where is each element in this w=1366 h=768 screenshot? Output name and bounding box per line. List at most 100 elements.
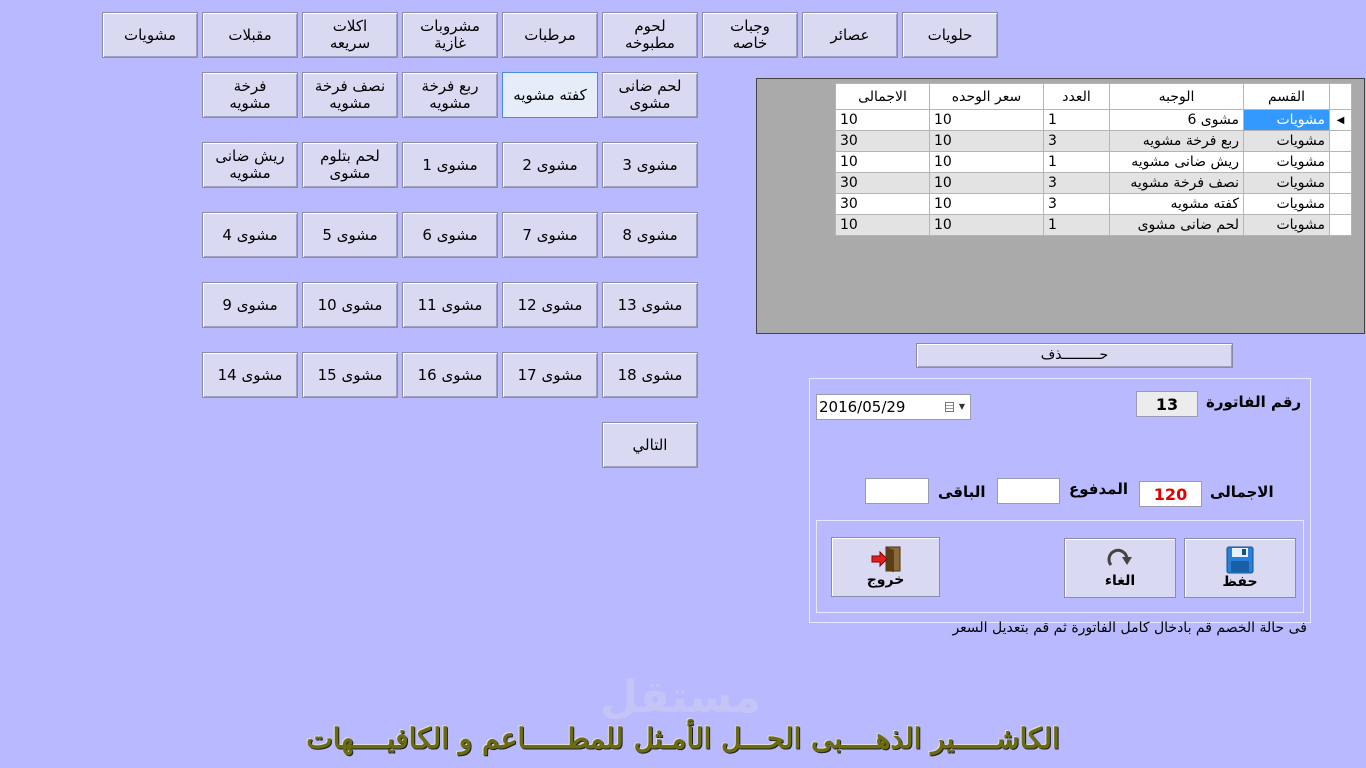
cell-unit-price[interactable]: 10 — [929, 214, 1044, 236]
item-button[interactable]: مشوى 12 — [502, 282, 598, 328]
item-button[interactable]: مشوى 6 — [402, 212, 498, 258]
column-header-qty[interactable]: العدد — [1043, 83, 1110, 110]
invoice-number-label: رقم الفاتورة — [1206, 393, 1302, 411]
cell-unit-price[interactable]: 10 — [929, 109, 1044, 131]
cell-total[interactable]: 10 — [835, 214, 930, 236]
cell-category[interactable]: مشويات — [1243, 130, 1330, 152]
cell-meal[interactable]: لحم ضانى مشوى — [1109, 214, 1244, 236]
item-button[interactable]: مشوى 1 — [402, 142, 498, 188]
table-row[interactable]: ◀ مشويات مشوى 6 1 10 10 — [835, 109, 1352, 131]
watermark: مستقل — [600, 672, 761, 723]
column-header-unit-price[interactable]: سعر الوحده — [929, 83, 1044, 110]
table-row[interactable]: مشويات ربع فرخة مشويه 3 10 30 — [835, 130, 1352, 152]
item-button[interactable]: لحم بتلوم مشوى — [302, 142, 398, 188]
item-button[interactable]: مشوى 18 — [602, 352, 698, 398]
cell-unit-price[interactable]: 10 — [929, 151, 1044, 173]
item-button[interactable]: مشوى 15 — [302, 352, 398, 398]
total-label: الاجمالى — [1210, 483, 1274, 501]
save-button[interactable]: حفظ — [1184, 538, 1296, 598]
exit-label: خروج — [866, 572, 905, 588]
row-indicator-header — [1329, 83, 1352, 110]
invoice-number-value: 13 — [1136, 391, 1198, 417]
item-button[interactable]: مشوى 17 — [502, 352, 598, 398]
order-grid: القسم الوجبه العدد سعر الوحده الاجمالى ◀… — [756, 78, 1365, 334]
item-button[interactable]: ربع فرخة مشويه — [402, 72, 498, 118]
item-button[interactable]: مشوى 9 — [202, 282, 298, 328]
item-button[interactable]: نصف فرخة مشويه — [302, 72, 398, 118]
item-button[interactable]: كفته مشويه — [502, 72, 598, 118]
chevron-down-icon[interactable]: ▼ — [959, 402, 965, 411]
category-button-appetizers[interactable]: مقبلات — [202, 12, 298, 58]
cell-total[interactable]: 10 — [835, 151, 930, 173]
cell-qty[interactable]: 1 — [1043, 214, 1110, 236]
item-button[interactable]: مشوى 3 — [602, 142, 698, 188]
item-button[interactable]: مشوى 8 — [602, 212, 698, 258]
item-button[interactable]: مشوى 13 — [602, 282, 698, 328]
item-button[interactable]: مشوى 11 — [402, 282, 498, 328]
cell-category[interactable]: مشويات — [1243, 193, 1330, 215]
row-indicator — [1329, 214, 1352, 236]
cell-total[interactable]: 30 — [835, 130, 930, 152]
cell-meal[interactable]: مشوى 6 — [1109, 109, 1244, 131]
next-page-button[interactable]: التالي — [602, 422, 698, 468]
cell-meal[interactable]: نصف فرخة مشويه — [1109, 172, 1244, 194]
item-button[interactable]: مشوى 7 — [502, 212, 598, 258]
cell-category[interactable]: مشويات — [1243, 214, 1330, 236]
cell-unit-price[interactable]: 10 — [929, 193, 1044, 215]
cell-category[interactable]: مشويات — [1243, 172, 1330, 194]
delete-button[interactable]: حـــــــــذف — [916, 343, 1233, 368]
cell-qty[interactable]: 3 — [1043, 130, 1110, 152]
remaining-input[interactable] — [865, 478, 929, 504]
category-button-grills[interactable]: مشويات — [102, 12, 198, 58]
cell-category[interactable]: مشويات — [1243, 109, 1330, 131]
cell-qty[interactable]: 3 — [1043, 193, 1110, 215]
item-button[interactable]: مشوى 16 — [402, 352, 498, 398]
category-button-fast-food[interactable]: اكلات سريعه — [302, 12, 398, 58]
item-button[interactable]: مشوى 4 — [202, 212, 298, 258]
table-row[interactable]: مشويات نصف فرخة مشويه 3 10 30 — [835, 172, 1352, 194]
column-header-meal[interactable]: الوجبه — [1109, 83, 1244, 110]
order-table: القسم الوجبه العدد سعر الوحده الاجمالى ◀… — [835, 83, 1352, 236]
column-header-total[interactable]: الاجمالى — [835, 83, 930, 110]
item-button[interactable]: مشوى 14 — [202, 352, 298, 398]
exit-button[interactable]: خروج — [831, 537, 940, 597]
cell-meal[interactable]: ريش ضانى مشويه — [1109, 151, 1244, 173]
current-row-arrow-icon: ◀ — [1329, 109, 1352, 131]
table-header-row: القسم الوجبه العدد سعر الوحده الاجمالى — [835, 83, 1352, 110]
table-row[interactable]: مشويات كفته مشويه 3 10 30 — [835, 193, 1352, 215]
calendar-icon[interactable] — [945, 402, 954, 412]
save-label: حفظ — [1222, 574, 1258, 590]
cell-category[interactable]: مشويات — [1243, 151, 1330, 173]
item-button[interactable]: ريش ضانى مشويه — [202, 142, 298, 188]
category-button-juices[interactable]: عصائر — [802, 12, 898, 58]
item-button[interactable]: فرخة مشويه — [202, 72, 298, 118]
cell-total[interactable]: 30 — [835, 172, 930, 194]
category-button-sodas[interactable]: مشروبات غازية — [402, 12, 498, 58]
column-header-category[interactable]: القسم — [1243, 83, 1330, 110]
item-button[interactable]: مشوى 10 — [302, 282, 398, 328]
table-row[interactable]: مشويات لحم ضانى مشوى 1 10 10 — [835, 214, 1352, 236]
category-button-sweets[interactable]: حلويات — [902, 12, 998, 58]
cell-meal[interactable]: ربع فرخة مشويه — [1109, 130, 1244, 152]
item-button[interactable]: لحم ضانى مشوى — [602, 72, 698, 118]
cell-qty[interactable]: 1 — [1043, 109, 1110, 131]
cell-qty[interactable]: 3 — [1043, 172, 1110, 194]
invoice-date-picker[interactable]: 2016/05/29 ▼ — [816, 394, 971, 420]
category-button-soft-drinks[interactable]: مرطبات — [502, 12, 598, 58]
cancel-button[interactable]: الغاء — [1064, 538, 1176, 598]
cell-qty[interactable]: 1 — [1043, 151, 1110, 173]
cell-unit-price[interactable]: 10 — [929, 172, 1044, 194]
total-value: 120 — [1139, 481, 1202, 507]
cancel-label: الغاء — [1104, 573, 1136, 589]
category-button-cooked-meat[interactable]: لحوم مطبوخه — [602, 12, 698, 58]
cell-total[interactable]: 10 — [835, 109, 930, 131]
cell-meal[interactable]: كفته مشويه — [1109, 193, 1244, 215]
cell-total[interactable]: 30 — [835, 193, 930, 215]
table-row[interactable]: مشويات ريش ضانى مشويه 1 10 10 — [835, 151, 1352, 173]
item-button[interactable]: مشوى 5 — [302, 212, 398, 258]
category-button-special-meals[interactable]: وجبات خاصه — [702, 12, 798, 58]
item-button[interactable]: مشوى 2 — [502, 142, 598, 188]
row-indicator — [1329, 193, 1352, 215]
paid-input[interactable] — [997, 478, 1060, 504]
cell-unit-price[interactable]: 10 — [929, 130, 1044, 152]
